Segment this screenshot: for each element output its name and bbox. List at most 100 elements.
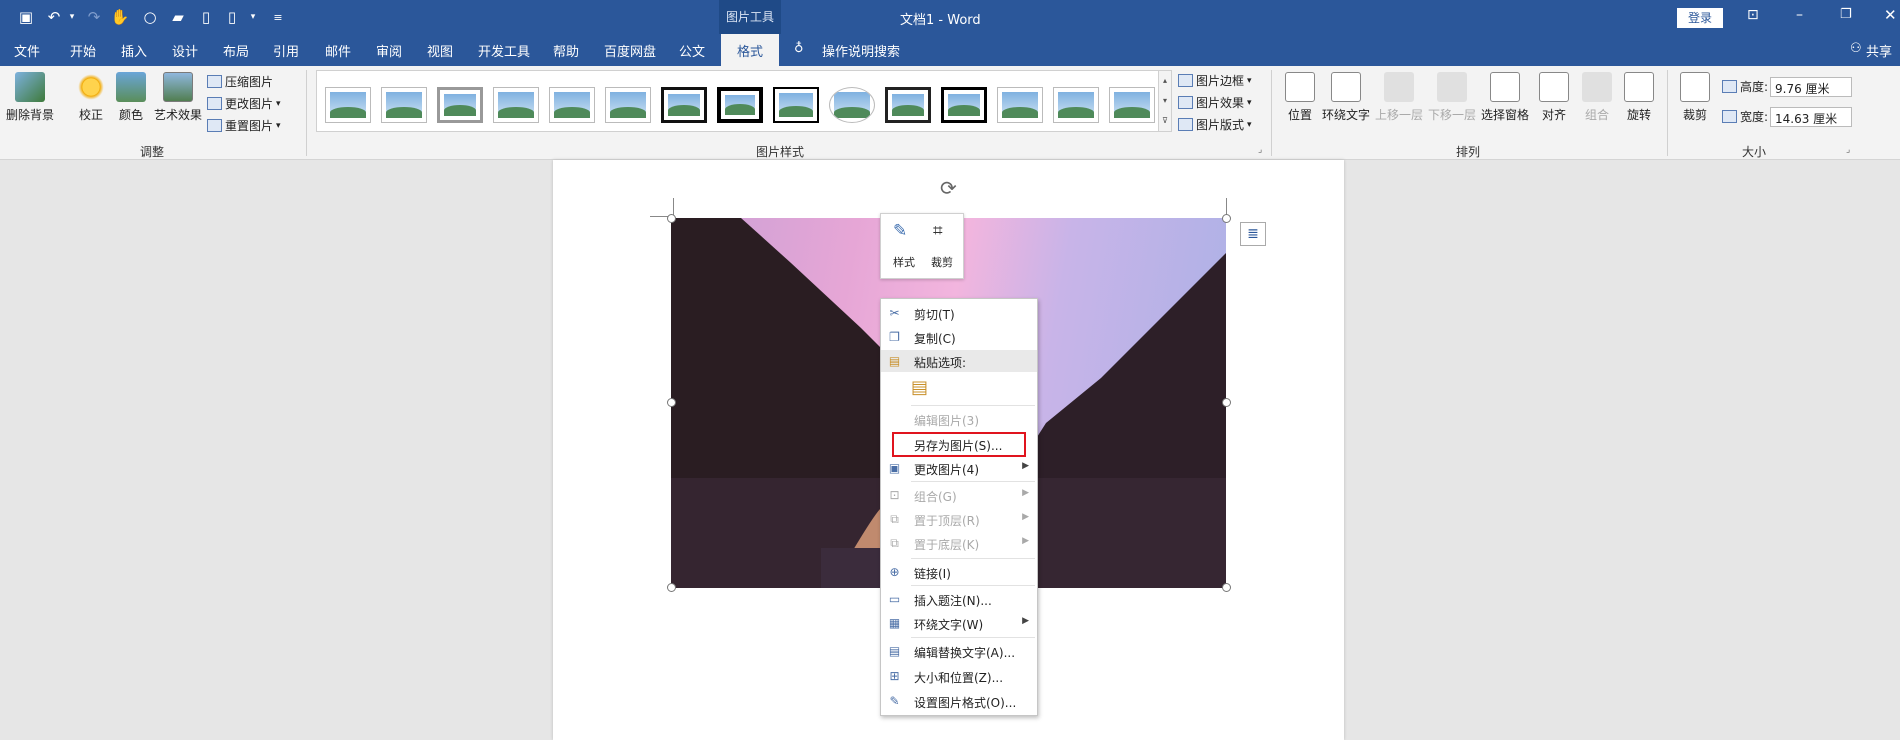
picture-border-button[interactable]: 图片边框 ▾ [1178,72,1252,89]
menu-item-copy[interactable]: ❐ 复制(C) [881,326,1037,348]
picture-styles-gallery[interactable] [316,70,1171,132]
tab-file[interactable]: 文件 [14,41,40,60]
bring-front-icon: ⧉ [890,512,899,526]
ribbon-display-icon[interactable]: ⊡ [1747,7,1759,23]
height-field[interactable]: 9.76 厘米 [1770,77,1852,97]
menu-item-insert-caption[interactable]: ▭ 插入题注(N)... [881,588,1037,610]
width-field[interactable]: 14.63 厘米 [1770,107,1852,127]
crop-icon[interactable]: ⌗ [933,221,943,241]
style-thumbnail[interactable] [325,87,371,123]
tab-layout[interactable]: 布局 [223,41,249,60]
tab-developer[interactable]: 开发工具 [478,41,530,60]
resize-handle[interactable] [1222,583,1231,592]
tab-mailings[interactable]: 邮件 [325,41,351,60]
tab-baidu-netdisk[interactable]: 百度网盘 [604,41,656,60]
customize-qat-icon[interactable]: ≡ [268,7,288,27]
tell-me-search[interactable]: 操作说明搜索 [822,41,900,60]
crop-button[interactable]: 裁剪 [931,254,953,270]
resize-handle[interactable] [1222,398,1231,407]
wrap-text-button[interactable]: 环绕文字 [1322,72,1370,123]
menu-item-label: 更改图片(4) [914,463,979,477]
resize-handle[interactable] [1222,214,1231,223]
group-button[interactable]: 组合 [1582,72,1612,123]
selection-pane-button[interactable]: 选择窗格 [1481,72,1529,123]
redo-icon[interactable]: ↷ [84,7,104,27]
resize-handle[interactable] [667,398,676,407]
tab-home[interactable]: 开始 [70,41,96,60]
style-thumbnail[interactable] [549,87,595,123]
print-preview-icon[interactable]: ▯ [222,7,242,27]
style-thumbnail[interactable] [885,87,931,123]
style-thumbnail[interactable] [717,87,763,123]
style-thumbnail[interactable] [1053,87,1099,123]
rotate-button[interactable]: 旋转 [1624,72,1654,123]
tab-design[interactable]: 设计 [172,41,198,60]
tab-review[interactable]: 审阅 [376,41,402,60]
align-button[interactable]: 对齐 [1539,72,1569,123]
remove-background-button[interactable]: 删除背景 [6,72,54,123]
style-button[interactable]: 样式 [893,254,915,270]
color-button[interactable]: 颜色 [116,72,146,123]
tab-references[interactable]: 引用 [273,41,299,60]
dropdown-icon[interactable]: ▾ [243,7,263,27]
rotate-handle-icon[interactable]: ⟳ [940,176,957,200]
tab-gongwen[interactable]: 公文 [679,41,705,60]
tab-format[interactable]: 格式 [721,34,780,66]
style-thumbnail[interactable] [381,87,427,123]
picture-layout-button[interactable]: 图片版式 ▾ [1178,116,1252,133]
dialog-launcher-icon[interactable]: ⌟ [1258,145,1262,155]
style-thumbnail[interactable] [997,87,1043,123]
save-icon[interactable]: ▣ [16,7,36,27]
menu-item-change-picture[interactable]: ▣ 更改图片(4) ▶ [881,457,1037,479]
style-thumbnail[interactable] [1109,87,1155,123]
wrap-text-icon [1331,72,1361,102]
gallery-scroll[interactable]: ▴ ▾ ⊽ [1158,70,1172,132]
picture-effects-button[interactable]: 图片效果 ▾ [1178,94,1252,111]
style-thumbnail[interactable] [773,87,819,123]
touch-mode-icon[interactable]: ✋ [110,7,130,27]
restore-icon[interactable]: ❐ [1840,7,1852,22]
artistic-effects-button[interactable]: 艺术效果 [154,72,202,123]
crop-button[interactable]: 裁剪 [1680,72,1710,123]
tab-insert[interactable]: 插入 [121,41,147,60]
compress-pictures-button[interactable]: 压缩图片 [207,73,273,90]
new-document-icon[interactable]: ▯ [196,7,216,27]
minimize-icon[interactable]: – [1796,7,1803,23]
share-button[interactable]: 共享 [1866,41,1892,60]
menu-item-edit-picture: 编辑图片(3) [881,408,1037,430]
undo-dropdown-icon[interactable]: ▾ [62,7,82,27]
style-thumbnail[interactable] [605,87,651,123]
scissors-icon: ✂ [889,306,900,320]
style-thumbnail[interactable] [829,87,875,123]
open-folder-icon[interactable]: ▰ [168,7,188,27]
size-dialog-launcher-icon[interactable]: ⌟ [1846,145,1850,155]
undo-icon[interactable]: ↶ [44,7,64,27]
menu-item-wrap-text[interactable]: ▦ 环绕文字(W) ▶ [881,612,1037,634]
tab-help[interactable]: 帮助 [553,41,579,60]
style-icon[interactable]: ✎ [893,221,907,241]
style-thumbnail[interactable] [437,87,483,123]
tab-view[interactable]: 视图 [427,41,453,60]
style-thumbnail[interactable] [493,87,539,123]
menu-item-cut[interactable]: ✂ 剪切(T) [881,302,1037,324]
change-picture-button[interactable]: 更改图片 ▾ [207,95,281,112]
reset-picture-button[interactable]: 重置图片 ▾ [207,117,281,134]
paste-picture-icon[interactable]: ▤ [911,377,928,398]
menu-item-edit-alt-text[interactable]: ▤ 编辑替换文字(A)... [881,640,1037,662]
corrections-button[interactable]: 校正 [76,72,106,123]
close-icon[interactable]: ✕ [1884,6,1897,24]
menu-item-size-position[interactable]: ⊞ 大小和位置(Z)... [881,665,1037,687]
send-backward-button[interactable]: 下移一层 [1428,72,1476,123]
style-thumbnail[interactable] [661,87,707,123]
position-button[interactable]: 位置 [1285,72,1315,123]
layout-options-icon[interactable]: ≣ [1240,222,1266,246]
menu-item-link[interactable]: ⊕ 链接(I) [881,561,1037,583]
resize-handle[interactable] [667,214,676,223]
resize-handle[interactable] [667,583,676,592]
circle-icon[interactable]: ○ [140,7,160,27]
menu-item-format-picture[interactable]: ✎ 设置图片格式(O)... [881,690,1037,712]
bring-forward-button[interactable]: 上移一层 [1375,72,1423,123]
style-thumbnail[interactable] [941,87,987,123]
rotate-icon [1624,72,1654,102]
login-button[interactable]: 登录 [1677,8,1723,28]
